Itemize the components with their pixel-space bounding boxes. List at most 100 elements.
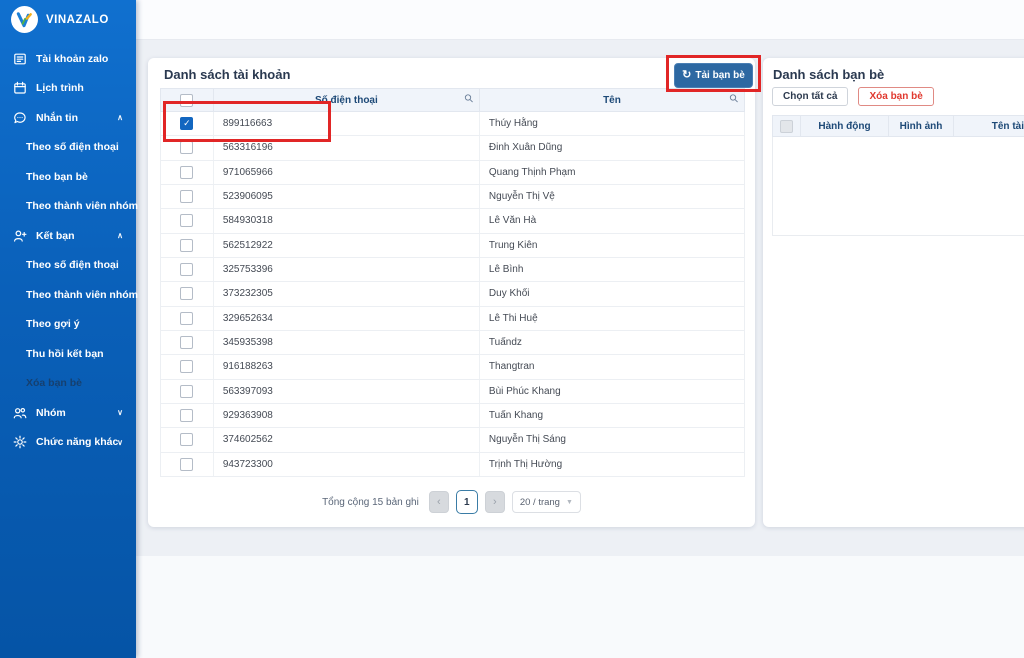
row-checkbox[interactable] [180,385,193,398]
chevron-up-icon: ∧ [117,113,123,122]
sidebar-item-theo-goi-y[interactable]: Theo gợi ý [0,310,136,340]
search-icon[interactable] [729,94,739,107]
table-row: 563316196Đinh Xuân Dũng [160,136,745,160]
chevron-up-icon: ∧ [117,231,123,240]
phone-cell: 971065966 [214,161,480,184]
sidebar-item-ket-ban-theo-thanh-vien-nhom[interactable]: Theo thành viên nhóm [0,280,136,310]
friends-select-all-checkbox [780,120,793,133]
sidebar-item-label: Theo số điện thoại [26,259,119,271]
table-row: 374602562Nguyễn Thị Sáng [160,428,745,452]
page-number-button[interactable]: 1 [456,490,478,514]
row-checkbox-cell [161,331,214,354]
sidebar-item-label: Nhóm [36,407,66,419]
team-icon [13,406,27,420]
name-cell: Tuấndz [480,331,744,354]
row-checkbox[interactable] [180,409,193,422]
search-icon[interactable] [464,94,474,107]
name-cell: Duy Khối [480,282,744,305]
row-checkbox[interactable] [180,239,193,252]
row-checkbox[interactable] [180,190,193,203]
chevron-down-icon: ∨ [117,408,123,417]
sidebar-item-thu-hoi-ket-ban[interactable]: Thu hồi kết bạn [0,339,136,369]
table-row: 916188263Thangtran [160,355,745,379]
select-all-checkbox[interactable] [180,94,193,107]
table-row: 373232305Duy Khối [160,282,745,306]
name-cell: Trịnh Thị Hường [480,453,744,476]
phone-cell: 584930318 [214,209,480,232]
name-cell: Đinh Xuân Dũng [480,136,744,159]
sidebar-item-label: Lịch trình [36,82,84,94]
row-checkbox[interactable] [180,263,193,276]
row-checkbox[interactable] [180,336,193,349]
friends-table: Hành độngHình ảnhTên tài khoản [772,115,1024,236]
column-header-phone[interactable]: Số điện thoại [214,89,480,111]
accounts-table-body: ✓ 899116663Thúy Hằng563316196Đinh Xuân Dũ… [160,112,745,477]
row-checkbox[interactable] [180,433,193,446]
phone-cell: 563397093 [214,380,480,403]
sidebar-item-nhan-tin-theo-thanh-vien-nhom[interactable]: Theo thành viên nhóm [0,192,136,222]
friends-column-header: Tên tài khoản [954,116,1024,136]
row-checkbox[interactable] [180,166,193,179]
sidebar-item-label: Xóa bạn bè [26,377,82,389]
sidebar: VINAZALO Tài khoản zalo Lịch trình Nhắn ti… [0,0,136,658]
row-checkbox[interactable] [180,214,193,227]
id-card-icon [13,52,27,66]
sidebar-item-label: Tài khoản zalo [36,53,108,65]
table-row: 523906095Nguyễn Thị Vệ [160,185,745,209]
load-friends-button[interactable]: ↻ Tải bạn bè [674,63,753,88]
sidebar-item-ket-ban-theo-so-dien-thoai[interactable]: Theo số điện thoại [0,251,136,281]
friends-column-header: Hình ảnh [889,116,954,136]
sidebar-item-xoa-ban-be[interactable]: Xóa bạn bè [0,369,136,399]
phone-cell: 329652634 [214,307,480,330]
row-checkbox[interactable]: ✓ [180,117,193,130]
accounts-table: Số điện thoại Tên ✓899116663Thúy Hằng563… [160,88,745,477]
row-checkbox-cell [161,209,214,232]
delete-friends-button[interactable]: Xóa bạn bè [858,87,933,106]
message-icon [13,111,27,125]
name-cell: Tuấn Khang [480,404,744,427]
name-cell: Nguyễn Thị Vệ [480,185,744,208]
select-all-button[interactable]: Chọn tất cả [772,87,848,106]
calendar-icon [13,81,27,95]
sidebar-item-nhom[interactable]: Nhóm ∨ [0,398,136,428]
phone-cell: 899116663 [214,112,480,135]
brand-header: VINAZALO [0,0,136,40]
sidebar-item-lich-trinh[interactable]: Lịch trình [0,74,136,104]
sidebar-item-chuc-nang-khac[interactable]: Chức năng khác∨ [0,428,136,458]
header-checkbox-cell [161,89,214,111]
friends-panel-title: Danh sách bạn bè [773,67,884,82]
row-checkbox[interactable] [180,312,193,325]
table-row: 329652634Lê Thi Huệ [160,307,745,331]
row-checkbox[interactable] [180,360,193,373]
prev-page-button[interactable]: ‹ [429,491,449,513]
row-checkbox-cell [161,161,214,184]
row-checkbox[interactable] [180,287,193,300]
accounts-table-header: Số điện thoại Tên [160,88,745,112]
row-checkbox[interactable] [180,458,193,471]
sidebar-item-tai-khoan-zalo[interactable]: Tài khoản zalo [0,44,136,74]
table-row: 325753396Lê Bình [160,258,745,282]
row-checkbox-cell [161,453,214,476]
sidebar-item-label: Kết bạn [36,230,75,242]
sidebar-item-ket-ban[interactable]: Kết bạn ∧ [0,221,136,251]
sidebar-item-label: Nhắn tin [36,112,78,124]
table-row: 345935398Tuấndz [160,331,745,355]
name-cell: Thúy Hằng [480,112,744,135]
phone-cell: 345935398 [214,331,480,354]
sidebar-item-label: Theo bạn bè [26,171,88,183]
row-checkbox[interactable] [180,141,193,154]
sidebar-item-nhan-tin-theo-so-dien-thoai[interactable]: Theo số điện thoại [0,133,136,163]
page-size-select[interactable]: 20 / trang ▼ [512,491,581,513]
next-page-button[interactable]: › [485,491,505,513]
phone-cell: 523906095 [214,185,480,208]
friends-panel: Danh sách bạn bè Chọn tất cả Xóa bạn bè … [763,58,1024,527]
table-row: 971065966Quang Thịnh Phạm [160,161,745,185]
friends-table-empty-body [772,137,1024,236]
sidebar-item-nhan-tin-theo-ban-be[interactable]: Theo bạn bè [0,162,136,192]
phone-cell: 325753396 [214,258,480,281]
brand-name: VINAZALO [46,14,109,26]
sidebar-item-nhan-tin[interactable]: Nhắn tin ∧ [0,103,136,133]
name-cell: Thangtran [480,355,744,378]
sidebar-item-label: Theo thành viên nhóm [26,289,138,301]
column-header-name[interactable]: Tên [480,89,744,111]
